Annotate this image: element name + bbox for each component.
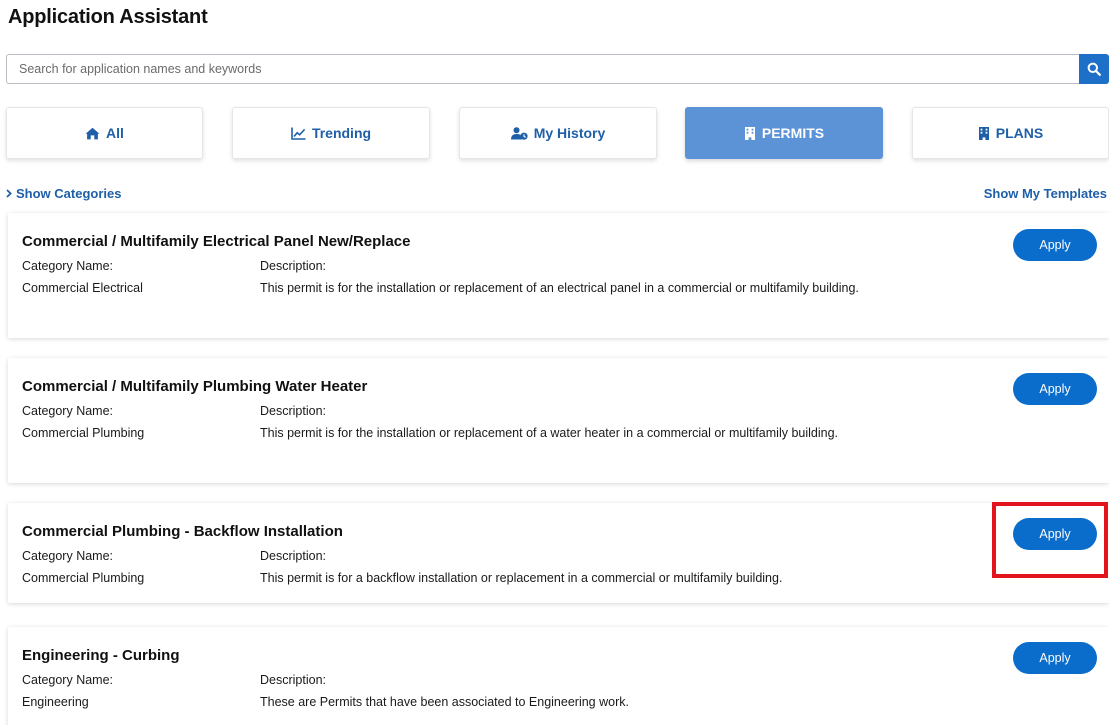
description-label: Description: <box>260 549 326 563</box>
description-label: Description: <box>260 673 326 687</box>
application-card: Commercial Plumbing - Backflow Installat… <box>8 503 1109 603</box>
search-input[interactable] <box>6 54 1079 84</box>
building-icon <box>744 126 755 140</box>
tab-permits-label: PERMITS <box>761 125 825 141</box>
show-categories-label: Show Categories <box>16 186 122 201</box>
highlight-box <box>992 502 1108 578</box>
application-card: Commercial / Multifamily Plumbing Water … <box>8 358 1109 483</box>
tab-my-history-label: My History <box>533 125 606 141</box>
tab-plans[interactable]: PLANS <box>912 107 1109 159</box>
category-value: Engineering <box>22 695 89 709</box>
apply-button[interactable]: Apply <box>1013 229 1097 261</box>
search-icon <box>1087 62 1101 76</box>
tab-all-label: All <box>106 125 124 141</box>
apply-button[interactable]: Apply <box>1013 642 1097 674</box>
description-text: This permit is for a backflow installati… <box>260 571 783 585</box>
description-text: This permit is for the installation or r… <box>260 281 859 295</box>
application-title: Commercial Plumbing - Backflow Installat… <box>22 523 343 540</box>
search-bar <box>6 54 1109 84</box>
tab-all[interactable]: All <box>6 107 203 159</box>
category-label: Category Name: <box>22 673 114 687</box>
application-card: Commercial / Multifamily Electrical Pane… <box>8 213 1109 338</box>
show-my-templates-link[interactable]: Show My Templates <box>984 186 1107 201</box>
trending-chart-icon <box>291 127 306 140</box>
description-label: Description: <box>260 404 326 418</box>
category-label: Category Name: <box>22 549 114 563</box>
category-value: Commercial Electrical <box>22 281 143 295</box>
category-label: Category Name: <box>22 259 114 273</box>
application-title: Engineering - Curbing <box>22 647 180 664</box>
description-text: This permit is for the installation or r… <box>260 426 839 440</box>
application-title: Commercial / Multifamily Plumbing Water … <box>22 378 368 395</box>
building-icon <box>978 126 989 140</box>
description-label: Description: <box>260 259 326 273</box>
home-icon <box>85 127 100 139</box>
page-title: Application Assistant <box>8 6 208 28</box>
category-label: Category Name: <box>22 404 114 418</box>
tab-trending-label: Trending <box>311 125 372 141</box>
search-button[interactable] <box>1079 54 1109 84</box>
show-categories-link[interactable]: Show Categories <box>6 186 121 201</box>
chevron-right-icon <box>6 189 12 198</box>
tab-permits[interactable]: PERMITS <box>685 107 883 159</box>
category-value: Commercial Plumbing <box>22 426 145 440</box>
application-card: Engineering - Curbing Category Name: Eng… <box>8 627 1109 725</box>
user-history-icon <box>510 126 528 140</box>
apply-button[interactable]: Apply <box>1013 373 1097 405</box>
application-title: Commercial / Multifamily Electrical Pane… <box>22 233 411 250</box>
category-value: Commercial Plumbing <box>22 571 145 585</box>
description-text: These are Permits that have been associa… <box>260 695 629 709</box>
tab-plans-label: PLANS <box>995 125 1044 141</box>
tab-my-history[interactable]: My History <box>459 107 657 159</box>
tab-trending[interactable]: Trending <box>232 107 430 159</box>
